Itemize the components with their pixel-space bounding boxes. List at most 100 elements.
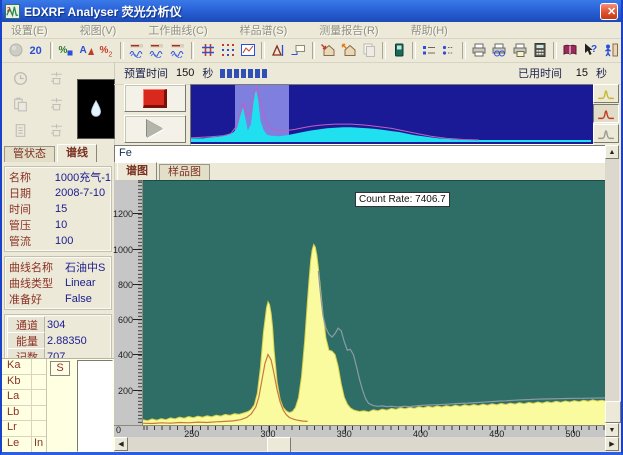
info-value: 15 — [55, 203, 67, 215]
spectrum-new-button[interactable] — [128, 40, 146, 61]
panel-btn-tube-1[interactable] — [45, 68, 67, 89]
toolbar-separator — [50, 42, 54, 59]
y-axis: 20040060080010001200 — [114, 180, 143, 425]
tab-spectral-line[interactable]: 谱线 — [57, 144, 97, 162]
scale-linear-button[interactable] — [593, 84, 619, 103]
grid-toggle-button[interactable] — [198, 40, 216, 61]
toolbar-separator — [412, 42, 416, 59]
tab-tube-status[interactable]: 管状态 — [4, 146, 55, 162]
info-row: 准备好False — [5, 291, 111, 307]
scale-buttons — [593, 84, 619, 143]
panel-btn-doc[interactable] — [9, 120, 31, 141]
help-contents-button[interactable] — [561, 40, 579, 61]
sample-spectrum-fill — [143, 245, 610, 426]
scroll-left-button[interactable]: ◀ — [114, 437, 128, 451]
line-sub-label: In — [32, 437, 46, 452]
info-value: 1000充气-1 — [55, 169, 111, 185]
option-list-icon — [441, 42, 457, 58]
sample-info-panel: 名称1000充气-1日期2008-7-10时间15管压10管流100曲线名称石油… — [2, 162, 115, 360]
spectrum-save-icon — [170, 42, 186, 58]
calculator-button[interactable] — [531, 40, 549, 61]
percent-display-button[interactable] — [57, 40, 75, 61]
preset-time-button[interactable] — [27, 40, 45, 61]
element-row[interactable]: Ka — [2, 359, 46, 375]
vertical-scroll-thumb[interactable] — [605, 401, 621, 423]
measure-start-button[interactable] — [7, 40, 25, 61]
element-row[interactable]: LeIn — [2, 437, 46, 453]
info-group-1: 名称1000充气-1日期2008-7-10时间15管压10管流100 — [4, 166, 112, 252]
menu-item-1[interactable]: 设置(E) — [2, 22, 57, 38]
element-row[interactable]: Lb — [2, 406, 46, 422]
count-rate-label: Count Rate: 7406.7 — [355, 192, 450, 207]
tab-sample-chart[interactable]: 样品图 — [159, 164, 210, 180]
auto-calibrate-icon — [79, 42, 95, 58]
scale-log-button[interactable] — [593, 104, 619, 123]
vertical-scrollbar[interactable]: ▲ ▼ — [605, 145, 619, 437]
scale-auto-button[interactable] — [593, 124, 619, 143]
info-row: 时间15 — [5, 201, 111, 217]
plot-area[interactable]: Count Rate: 7406.7 — [143, 180, 610, 425]
instrument-panel-button[interactable] — [390, 40, 408, 61]
panel-btn-tube-2[interactable] — [45, 94, 67, 115]
spectrum-delete-button[interactable] — [148, 40, 166, 61]
panel-btn-copy[interactable] — [9, 94, 31, 115]
line-label: Kb — [2, 375, 32, 390]
clock-icon — [12, 70, 29, 87]
scroll-up-button[interactable]: ▲ — [605, 145, 619, 159]
selected-element-cell[interactable]: S — [50, 361, 70, 376]
horizontal-scrollbar[interactable]: ◀ ▶ — [114, 437, 619, 451]
option-list-button[interactable] — [440, 40, 458, 61]
curve-import-button[interactable] — [319, 40, 337, 61]
curve-export-button[interactable] — [340, 40, 358, 61]
info-label: 曲线类型 — [5, 275, 65, 291]
print-setup-button[interactable] — [511, 40, 529, 61]
peak-label-button[interactable] — [289, 40, 307, 61]
info-row: 名称1000充气-1 — [5, 169, 111, 185]
print-button[interactable] — [470, 40, 488, 61]
element-row[interactable]: Kb — [2, 375, 46, 391]
smooth-button[interactable] — [219, 40, 237, 61]
close-button[interactable]: ✕ — [600, 3, 618, 20]
menu-item-4[interactable]: 样品谱(S) — [231, 22, 297, 38]
overview-svg — [191, 85, 591, 142]
curve-export-icon — [341, 42, 357, 58]
horizontal-scroll-thumb[interactable] — [267, 437, 291, 453]
spectrum-overview[interactable] — [190, 84, 594, 145]
element-listbox[interactable] — [77, 360, 113, 452]
chart-window-button[interactable] — [239, 40, 257, 61]
spectrum-save-button[interactable] — [168, 40, 186, 61]
exit-app-button[interactable] — [601, 40, 619, 61]
menu-item-6[interactable]: 帮助(H) — [402, 22, 457, 38]
tab-spectrum-chart[interactable]: 谱图 — [117, 162, 157, 180]
line-label: Lb — [2, 406, 32, 421]
print-icon — [471, 42, 487, 58]
info-label: 名称 — [5, 169, 55, 185]
scroll-down-button[interactable]: ▼ — [605, 423, 619, 437]
element-row[interactable]: Lr — [2, 421, 46, 437]
menu-item-2[interactable]: 视图(V) — [71, 22, 126, 38]
scroll-right-button[interactable]: ▶ — [605, 437, 619, 451]
print-preview-button[interactable] — [490, 40, 508, 61]
peak-search-button[interactable] — [269, 40, 287, 61]
stop-button[interactable] — [124, 84, 186, 112]
help-contents-icon — [562, 42, 578, 58]
percent-display-icon — [58, 42, 74, 58]
start-button[interactable] — [124, 115, 186, 143]
menu-item-5[interactable]: 测量报告(R) — [310, 22, 387, 38]
auto-calibrate-button[interactable] — [78, 40, 96, 61]
info-value: 2008-7-10 — [55, 187, 105, 199]
info-row: 曲线类型Linear — [5, 275, 111, 291]
y-tick-label: 600 — [118, 315, 133, 325]
element-line-field[interactable]: Fe — [114, 145, 614, 163]
title-bar[interactable]: EDXRF Analyser 荧光分析仪 ✕ — [2, 0, 621, 22]
element-row[interactable]: La — [2, 390, 46, 406]
copy-button[interactable] — [360, 40, 378, 61]
context-help-button[interactable] — [581, 40, 599, 61]
measure-start-icon — [8, 42, 24, 58]
panel-btn-tube-3[interactable] — [45, 120, 67, 141]
menu-item-3[interactable]: 工作曲线(C) — [139, 22, 216, 38]
param-list-button[interactable] — [420, 40, 438, 61]
toolbar-separator — [462, 42, 466, 59]
percent-half-button[interactable] — [98, 40, 116, 61]
panel-btn-timer[interactable] — [9, 68, 31, 89]
